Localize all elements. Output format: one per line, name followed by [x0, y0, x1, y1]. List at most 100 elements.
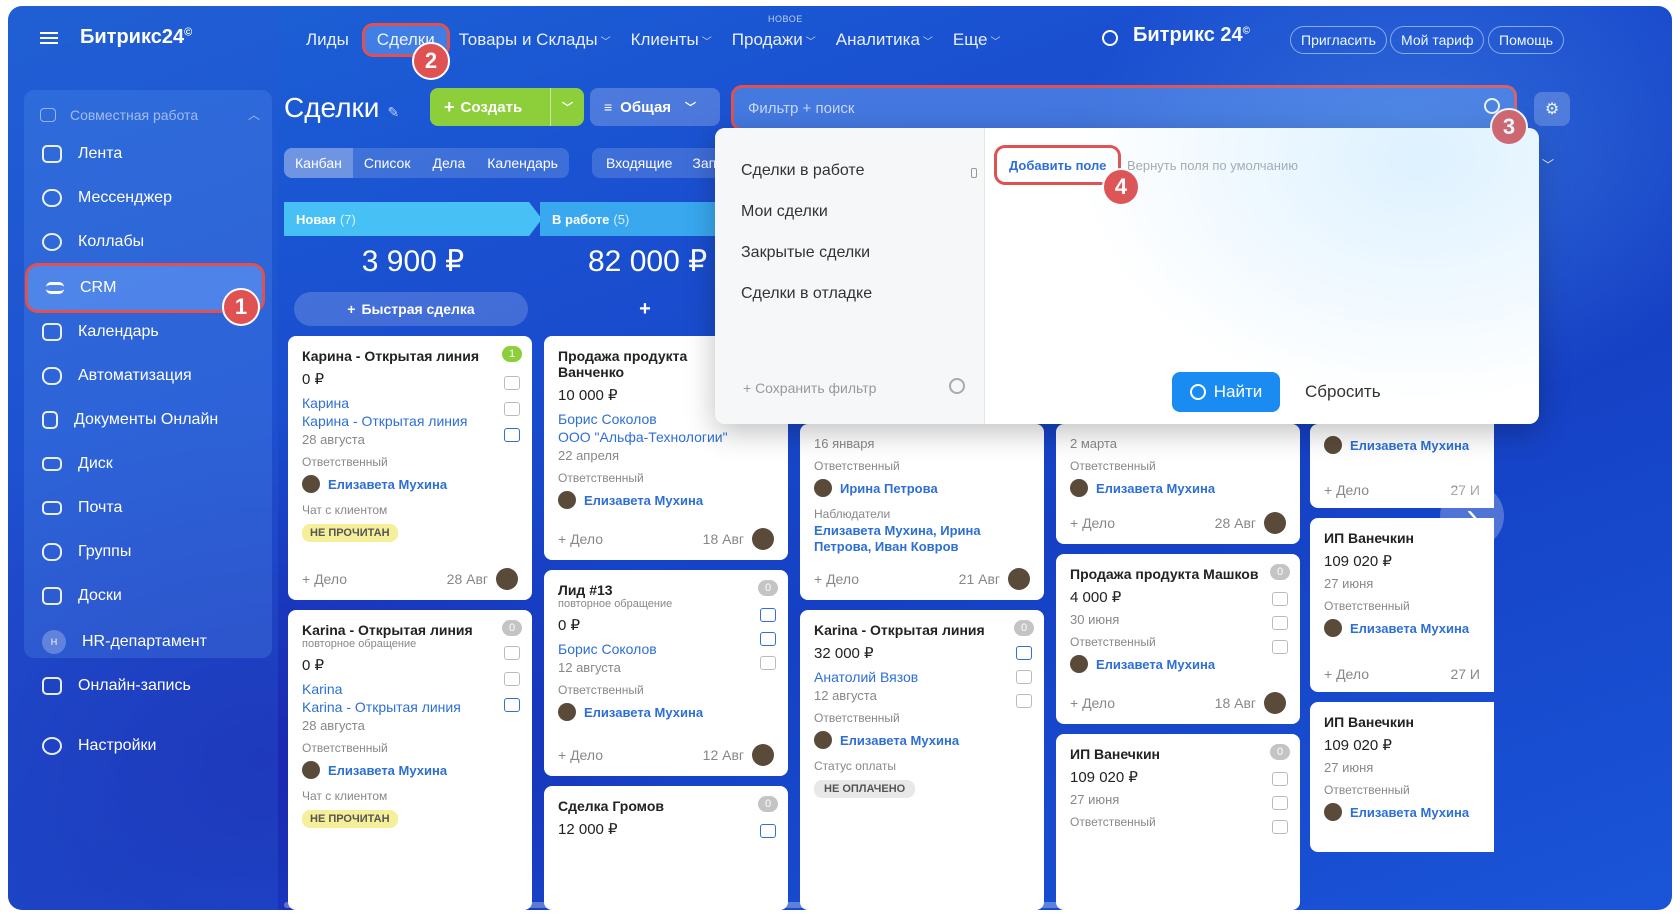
card-contact[interactable]: Анатолий Вязов — [814, 668, 1030, 686]
mail-icon[interactable] — [504, 402, 520, 416]
phone-icon[interactable] — [1272, 592, 1288, 606]
card-responsible[interactable]: Елизавета Мухина — [302, 475, 518, 493]
phone-icon[interactable] — [504, 376, 520, 390]
view-kanban[interactable]: Канбан — [284, 148, 353, 178]
add-activity-link[interactable]: + Дело — [558, 747, 603, 763]
add-activity-link[interactable]: + Дело — [558, 531, 603, 547]
sidebar-item-disk[interactable]: Диск — [24, 442, 272, 486]
card-title[interactable]: Karina - Открытая линия — [814, 622, 1030, 638]
view-list[interactable]: Список — [353, 148, 422, 178]
card-responsible[interactable]: Елизавета Мухина — [1324, 803, 1480, 821]
sidebar-item-groups[interactable]: Группы — [24, 530, 272, 574]
tab-products[interactable]: Товары и Склады ﹀ — [451, 26, 619, 54]
card-company[interactable]: Karina - Открытая линия — [302, 698, 518, 716]
card-responsible[interactable]: Ирина Петрова — [814, 479, 1030, 497]
add-activity-link[interactable]: + Дело — [814, 571, 859, 587]
chevron-down-icon[interactable]: ﹀ — [1542, 156, 1554, 173]
filter-search-input[interactable]: Фильтр + поиск — [734, 88, 1514, 128]
sidebar-item-feed[interactable]: Лента — [24, 132, 272, 176]
group-title[interactable]: Совместная работа ︿ — [40, 106, 260, 123]
chevron-up-icon[interactable]: ︿ — [248, 106, 260, 123]
settings-gear-button[interactable]: ⚙ — [1534, 92, 1570, 126]
preset-deals-in-work[interactable]: Сделки в работе — [741, 162, 864, 180]
card-responsible[interactable]: Елизавета Мухина — [814, 731, 1030, 749]
add-activity-link[interactable]: + Дело — [1070, 695, 1115, 711]
deal-card[interactable]: 2 марта Ответственный Елизавета Мухина +… — [1056, 424, 1300, 544]
find-button[interactable]: Найти — [1172, 372, 1280, 412]
card-title[interactable]: Сделка Громов — [558, 798, 774, 814]
pin-icon[interactable] — [971, 168, 977, 178]
card-responsible[interactable]: Елизавета Мухина — [1324, 436, 1480, 454]
card-company[interactable]: ООО "Альфа-Технологии" — [558, 428, 774, 446]
add-activity-link[interactable]: + Дело — [1070, 515, 1115, 531]
add-activity-link[interactable]: + Дело — [1324, 666, 1369, 682]
deal-card[interactable]: ИП Ванечкин 109 020 ₽ 27 июня Ответствен… — [1310, 702, 1494, 852]
card-title[interactable]: Продажа продукта Машков — [1070, 566, 1286, 582]
mail-icon[interactable] — [1272, 616, 1288, 630]
sidebar-item-docs[interactable]: Документы Онлайн — [24, 398, 272, 442]
card-contact[interactable]: Karina — [302, 680, 518, 698]
mail-icon[interactable] — [504, 672, 520, 686]
view-calendar[interactable]: Календарь — [476, 148, 569, 178]
card-title[interactable]: ИП Ванечкин — [1324, 714, 1480, 730]
card-title[interactable]: Лид #13 — [558, 582, 774, 598]
save-filter-button[interactable]: + Сохранить фильтр — [743, 380, 876, 396]
deal-card[interactable]: 0 Сделка Громов 12 000 ₽ — [544, 786, 788, 910]
card-responsible[interactable]: Елизавета Мухина — [1324, 619, 1480, 637]
gear-icon[interactable] — [949, 378, 965, 394]
card-responsible[interactable]: Елизавета Мухина — [558, 491, 774, 509]
phone-icon[interactable] — [504, 646, 520, 660]
phone-icon[interactable] — [1016, 646, 1032, 660]
card-contact[interactable]: Карина — [302, 394, 518, 412]
tab-sales[interactable]: Продажи ﹀ — [724, 26, 824, 54]
reset-button[interactable]: Сбросить — [1305, 382, 1381, 402]
mail-icon[interactable] — [1016, 670, 1032, 684]
card-responsible[interactable]: Елизавета Мухина — [302, 761, 518, 779]
chat-icon[interactable] — [504, 698, 520, 712]
add-deal-button[interactable]: + — [550, 292, 740, 326]
preset-debug-deals[interactable]: Сделки в отладке — [741, 285, 872, 303]
card-responsible[interactable]: Елизавета Мухина — [1070, 655, 1286, 673]
card-title[interactable]: Продажа продукта Ванченко — [558, 348, 718, 380]
tab-clients[interactable]: Клиенты ﹀ — [623, 26, 720, 54]
column-header-in-progress[interactable]: В работе (5) — [540, 202, 740, 236]
mail-icon[interactable] — [1272, 796, 1288, 810]
menu-icon[interactable] — [40, 31, 58, 44]
invite-button[interactable]: Пригласить — [1290, 26, 1387, 54]
card-responsible[interactable]: Елизавета Мухина — [558, 703, 774, 721]
chevron-down-icon[interactable]: ﹀ — [550, 88, 584, 126]
phone-icon[interactable] — [1272, 772, 1288, 786]
sidebar-item-hr[interactable]: H HR-департамент — [24, 620, 272, 664]
tariff-button[interactable]: Мой тариф — [1390, 26, 1485, 54]
horizontal-scrollbar[interactable] — [284, 902, 1204, 908]
deal-card[interactable]: 0 Лид #13 повторное обращение 0 ₽ Борис … — [544, 570, 788, 776]
card-title[interactable]: ИП Ванечкин — [1070, 746, 1286, 762]
phone-icon[interactable] — [760, 824, 776, 838]
card-company[interactable]: Карина - Открытая линия — [302, 412, 518, 430]
chat-icon[interactable] — [1272, 820, 1288, 834]
deal-card[interactable]: 0 Karina - Открытая линия 32 000 ₽ Анато… — [800, 610, 1044, 910]
chat-icon[interactable] — [760, 656, 776, 670]
general-button[interactable]: ≡ Общая ﹀ — [590, 88, 720, 126]
phone-icon[interactable] — [760, 608, 776, 622]
deal-card[interactable]: 0 Продажа продукта Машков 4 000 ₽ 30 июн… — [1056, 554, 1300, 724]
deal-card[interactable]: 0 ИП Ванечкин 109 020 ₽ 27 июня Ответств… — [1056, 734, 1300, 910]
sidebar-item-automation[interactable]: Автоматизация — [24, 354, 272, 398]
sidebar-item-booking[interactable]: Онлайн-запись — [24, 664, 272, 708]
card-observers[interactable]: Елизавета Мухина, Ирина Петрова, Иван Ко… — [814, 523, 1030, 555]
mail-icon[interactable] — [760, 632, 776, 646]
sidebar-item-messenger[interactable]: Мессенджер — [24, 176, 272, 220]
view-inbox[interactable]: Входящие — [606, 155, 672, 171]
deal-card[interactable]: 16 января Ответственный Ирина Петрова На… — [800, 424, 1044, 600]
preset-my-deals[interactable]: Мои сделки — [741, 203, 828, 221]
card-title[interactable]: Карина - Открытая линия — [302, 348, 518, 364]
add-field-button[interactable]: Добавить поле — [997, 148, 1118, 182]
tab-analytics[interactable]: Аналитика ﹀ — [828, 26, 941, 54]
tab-more[interactable]: Еще ﹀ — [945, 26, 1009, 54]
search-icon[interactable] — [1484, 98, 1500, 114]
add-activity-link[interactable]: + Дело — [1324, 482, 1369, 498]
chat-icon[interactable] — [504, 428, 520, 442]
card-title[interactable]: Karina - Открытая линия — [302, 622, 518, 638]
search-icon[interactable] — [1102, 30, 1118, 46]
card-responsible[interactable]: Елизавета Мухина — [1070, 479, 1286, 497]
